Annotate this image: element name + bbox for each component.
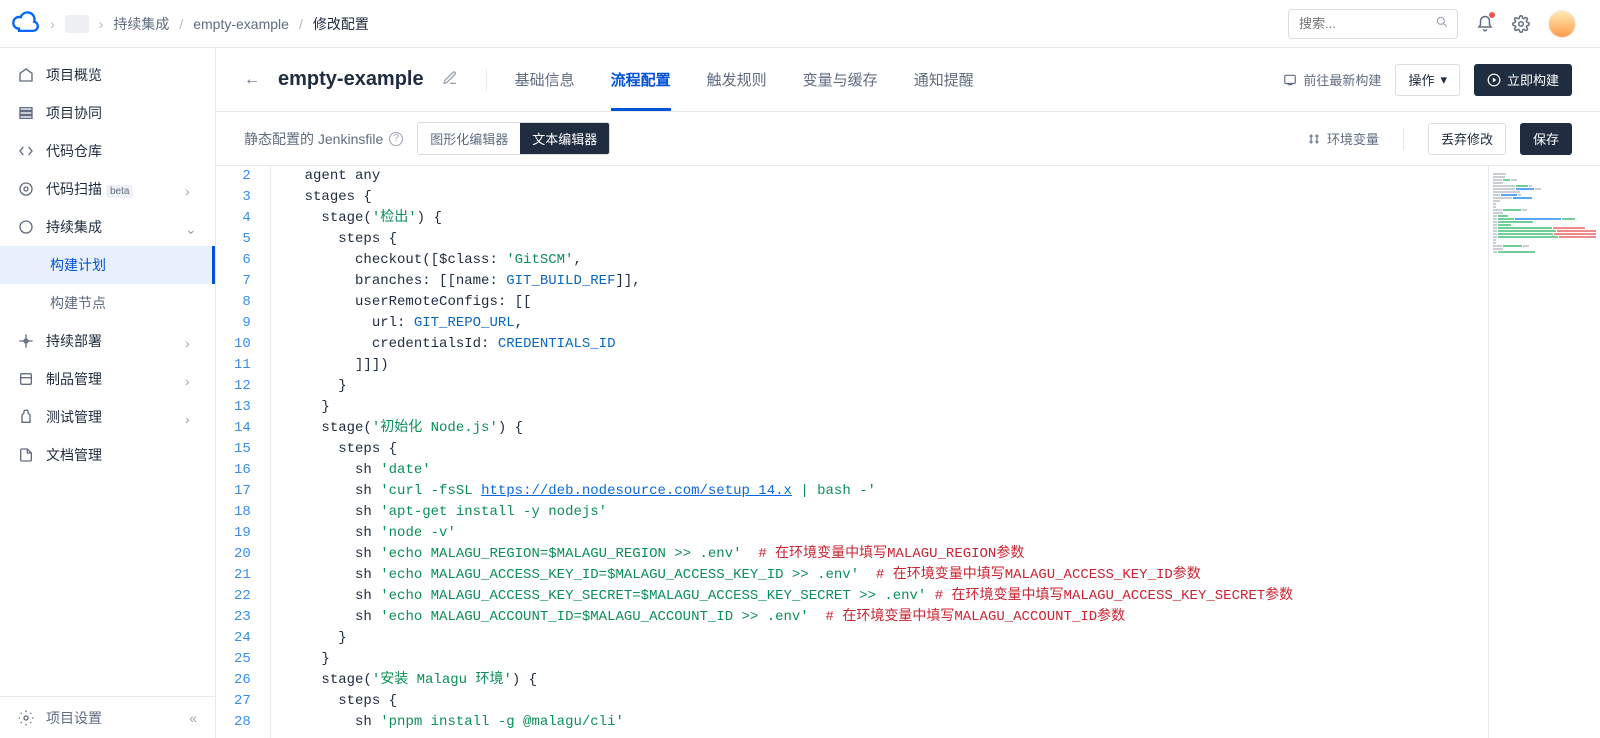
back-arrow-icon[interactable]: ←: [244, 71, 260, 89]
sidebar-item-icon: [18, 447, 34, 463]
build-now-label: 立即构建: [1507, 70, 1559, 89]
sidebar-item[interactable]: 代码扫描beta ›: [0, 170, 215, 208]
sidebar-item-label: 代码扫描beta: [46, 179, 173, 199]
search-input[interactable]: [1297, 15, 1429, 32]
sidebar-item-icon: [18, 371, 34, 387]
search-icon: [1435, 15, 1449, 32]
env-vars-link[interactable]: 环境变量: [1307, 129, 1379, 148]
divider: [1403, 128, 1404, 150]
breadcrumb-seg-current: 修改配置: [313, 14, 369, 34]
sidebar-item[interactable]: 代码仓库: [0, 132, 215, 170]
bell-icon[interactable]: [1476, 15, 1494, 33]
fold-rule: [264, 166, 276, 738]
gear-icon: [18, 710, 34, 726]
operate-dropdown[interactable]: 操作 ▾: [1395, 64, 1460, 96]
sidebar-item-icon: [18, 219, 34, 235]
sidebar-item[interactable]: 持续集成 ⌄: [0, 208, 215, 246]
page-title: empty-example: [278, 68, 424, 91]
editor-toolbar: 静态配置的 Jenkinsfile ? 图形化编辑器 文本编辑器 环境变量 丢弃…: [216, 112, 1600, 166]
sidebar-subitem[interactable]: 构建节点: [0, 284, 215, 322]
config-type-label: 静态配置的 Jenkinsfile ?: [244, 129, 403, 149]
sidebar-footer[interactable]: 项目设置 «: [0, 696, 215, 738]
seg-text-editor[interactable]: 文本编辑器: [520, 123, 609, 154]
tab[interactable]: 触发规则: [707, 48, 767, 111]
collapse-sidebar-icon[interactable]: «: [189, 710, 197, 726]
chevron-down-icon: ▾: [1440, 72, 1447, 88]
chevron-right-icon: /: [179, 16, 183, 32]
sidebar-item-label: 测试管理: [46, 407, 173, 427]
divider: [486, 69, 487, 91]
sidebar-item-label: 项目概览: [46, 65, 197, 85]
chevron-right-icon: ›: [185, 183, 197, 195]
seg-graph-editor[interactable]: 图形化编辑器: [418, 123, 520, 154]
sidebar-item[interactable]: 文档管理: [0, 436, 215, 474]
sidebar-item-label: 制品管理: [46, 369, 173, 389]
breadcrumb-project[interactable]: [65, 15, 89, 33]
tab[interactable]: 流程配置: [611, 48, 671, 111]
env-vars-label: 环境变量: [1327, 129, 1379, 148]
breadcrumb-seg[interactable]: 持续集成: [113, 14, 169, 34]
logo-icon[interactable]: [12, 10, 40, 38]
minimap[interactable]: [1488, 166, 1600, 738]
gear-icon[interactable]: [1512, 15, 1530, 33]
sidebar-item-label: 文档管理: [46, 445, 197, 465]
tab[interactable]: 变量与缓存: [803, 48, 878, 111]
chevron-right-icon: ›: [185, 373, 197, 385]
help-icon[interactable]: ?: [389, 132, 403, 146]
chevron-right-icon: ›: [185, 411, 197, 423]
sidebar: 项目概览 项目协同 代码仓库 代码扫描beta › 持续集成 ⌄构建计划构建节点…: [0, 48, 216, 738]
chevron-right-icon: ›: [185, 335, 197, 347]
sidebar-item[interactable]: 制品管理 ›: [0, 360, 215, 398]
search-input-wrap[interactable]: [1288, 9, 1458, 39]
sidebar-item[interactable]: 测试管理 ›: [0, 398, 215, 436]
sidebar-item-icon: [18, 181, 34, 197]
sidebar-item-icon: [18, 67, 34, 83]
chevron-right-icon: ›: [50, 16, 55, 32]
save-button[interactable]: 保存: [1520, 123, 1572, 155]
tab[interactable]: 基础信息: [515, 48, 575, 111]
sidebar-item-label: 持续集成: [46, 217, 173, 237]
code-editor[interactable]: 2345678910111213141516171819202122232425…: [216, 166, 1488, 738]
page-header: ← empty-example 基础信息流程配置触发规则变量与缓存通知提醒 前往…: [216, 48, 1600, 112]
sidebar-item-label: 持续部署: [46, 331, 173, 351]
go-latest-build-label: 前往最新构建: [1303, 70, 1381, 89]
sidebar-item[interactable]: 项目概览: [0, 56, 215, 94]
avatar[interactable]: [1548, 10, 1576, 38]
operate-label: 操作: [1408, 70, 1434, 89]
sidebar-item-icon: [18, 105, 34, 121]
sidebar-item-label: 代码仓库: [46, 141, 197, 161]
tab[interactable]: 通知提醒: [914, 48, 974, 111]
breadcrumb-seg[interactable]: empty-example: [193, 16, 289, 32]
edit-icon[interactable]: [442, 70, 458, 89]
sidebar-item-icon: [18, 143, 34, 159]
sidebar-item-label: 项目协同: [46, 103, 197, 123]
editor-mode-segment: 图形化编辑器 文本编辑器: [417, 122, 610, 155]
chevron-down-icon: ⌄: [185, 221, 197, 233]
sidebar-item[interactable]: 项目协同: [0, 94, 215, 132]
top-bar: › › 持续集成 / empty-example / 修改配置: [0, 0, 1600, 48]
sidebar-item-icon: [18, 333, 34, 349]
go-latest-build-link[interactable]: 前往最新构建: [1283, 70, 1381, 89]
editor-gutter: 2345678910111213141516171819202122232425…: [216, 166, 264, 738]
sidebar-subitem[interactable]: 构建计划: [0, 246, 215, 284]
chevron-right-icon: /: [299, 16, 303, 32]
sidebar-item[interactable]: 持续部署 ›: [0, 322, 215, 360]
build-now-button[interactable]: 立即构建: [1474, 64, 1572, 96]
editor-code[interactable]: agent any stages { stage('检出') { steps {…: [276, 166, 1305, 738]
sidebar-footer-label: 项目设置: [46, 708, 102, 728]
chevron-right-icon: ›: [99, 16, 104, 32]
sidebar-item-icon: [18, 409, 34, 425]
discard-button[interactable]: 丢弃修改: [1428, 123, 1506, 155]
